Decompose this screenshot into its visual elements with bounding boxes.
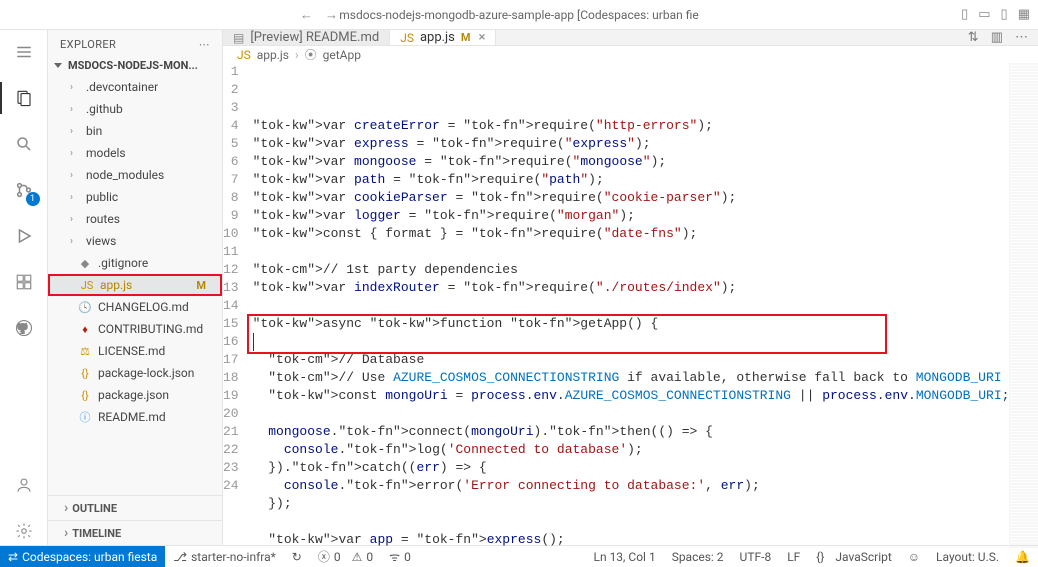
remote-icon: ⇄	[8, 550, 18, 564]
eol[interactable]: LF	[779, 550, 808, 564]
breadcrumb[interactable]: JS app.js › ⦿ getApp	[223, 46, 1038, 63]
notifications-icon[interactable]: 🔔	[1007, 550, 1038, 564]
code-lines[interactable]: "tok-kw">var createError = "tok-fn">requ…	[253, 63, 1010, 549]
project-root[interactable]: MSDOCS-NODEJS-MON...	[48, 55, 222, 76]
indentation[interactable]: Spaces: 2	[664, 550, 732, 564]
file-gitignore[interactable]: ◆.gitignore	[48, 252, 222, 274]
file-changelog[interactable]: 🕓CHANGELOG.md	[48, 296, 222, 318]
preview-icon: ▤	[233, 31, 244, 45]
braces-icon: {}	[816, 550, 824, 564]
js-icon: JS	[400, 31, 414, 45]
activity-bar: 1	[0, 30, 48, 545]
radio-icon: ᯤ	[389, 548, 400, 565]
split-editor-icon[interactable]: ▥	[991, 30, 1003, 45]
panel-right-icon[interactable]: ▯	[1001, 7, 1008, 22]
folder-devcontainer[interactable]: ›.devcontainer	[48, 76, 222, 98]
extensions-icon[interactable]	[10, 268, 38, 296]
problems-indicator[interactable]: ⓧ0 ⚠0	[310, 546, 381, 567]
folder-public[interactable]: ›public	[48, 186, 222, 208]
folder-models[interactable]: ›models	[48, 142, 222, 164]
folder-routes[interactable]: ›routes	[48, 208, 222, 230]
editor-tabs: ▤[Preview] README.md JSapp.jsM× ⇅ ▥ ⋯	[223, 30, 1038, 46]
explorer-sidebar: EXPLORER ⋯ MSDOCS-NODEJS-MON... ›.devcon…	[48, 30, 223, 545]
run-debug-icon[interactable]	[10, 222, 38, 250]
explorer-icon[interactable]	[10, 84, 38, 112]
code-editor[interactable]: 123456789101112131415161718192021222324 …	[223, 63, 1038, 549]
folder-github[interactable]: ›.github	[48, 98, 222, 120]
file-package[interactable]: {}package.json	[48, 384, 222, 406]
branch-icon: ⎇	[173, 550, 187, 564]
ports-indicator[interactable]: ᯤ0	[381, 546, 419, 567]
menu-icon[interactable]	[10, 38, 38, 66]
folder-views[interactable]: ›views	[48, 230, 222, 252]
git-branch[interactable]: ⎇starter-no-infra*	[165, 546, 284, 567]
method-icon: ⦿	[305, 46, 317, 63]
encoding[interactable]: UTF-8	[732, 550, 780, 564]
panel-left-icon[interactable]: ▯	[961, 7, 968, 22]
feedback-icon[interactable]: ☺	[900, 550, 928, 564]
accounts-icon[interactable]	[10, 471, 38, 499]
more-actions-icon[interactable]: ⋯	[1015, 30, 1028, 45]
outline-section[interactable]: OUTLINE	[48, 495, 222, 520]
nav-arrows: ← →	[300, 7, 338, 23]
file-license[interactable]: ⚖LICENSE.md	[48, 340, 222, 362]
sync-button[interactable]: ↻	[284, 546, 310, 567]
editor-group: ▤[Preview] README.md JSapp.jsM× ⇅ ▥ ⋯ JS…	[223, 30, 1038, 545]
tab-appjs[interactable]: JSapp.jsM×	[390, 30, 496, 45]
file-appjs[interactable]: JSapp.jsM	[48, 274, 222, 296]
source-control-icon[interactable]: 1	[10, 176, 38, 204]
layout-grid-icon[interactable]: ▦	[1018, 7, 1030, 22]
file-contributing[interactable]: ♦CONTRIBUTING.md	[48, 318, 222, 340]
keyboard-layout[interactable]: Layout: U.S.	[928, 550, 1007, 564]
compare-changes-icon[interactable]: ⇅	[968, 30, 979, 45]
file-tree: ›.devcontainer ›.github ›bin ›models ›no…	[48, 76, 222, 495]
search-icon[interactable]	[10, 130, 38, 158]
error-icon: ⓧ	[318, 548, 330, 565]
language-mode[interactable]: {} JavaScript	[808, 550, 899, 564]
js-icon: JS	[237, 48, 251, 62]
line-gutter: 123456789101112131415161718192021222324	[223, 63, 253, 549]
window-title: msdocs-nodejs-mongodb-azure-sample-app […	[339, 8, 699, 22]
timeline-section[interactable]: TIMELINE	[48, 520, 222, 545]
title-bar: ← → msdocs-nodejs-mongodb-azure-sample-a…	[0, 0, 1038, 30]
sidebar-title: EXPLORER	[60, 38, 116, 51]
close-icon[interactable]: ×	[479, 30, 486, 45]
sidebar-more-icon[interactable]: ⋯	[199, 38, 210, 51]
scm-badge: 1	[26, 192, 40, 206]
cursor-position[interactable]: Ln 13, Col 1	[586, 550, 664, 564]
file-packagelock[interactable]: {}package-lock.json	[48, 362, 222, 384]
settings-gear-icon[interactable]	[10, 517, 38, 545]
minimap[interactable]	[1009, 63, 1038, 549]
forward-icon[interactable]: →	[325, 7, 338, 23]
folder-bin[interactable]: ›bin	[48, 120, 222, 142]
sync-icon: ↻	[292, 550, 302, 564]
folder-node-modules[interactable]: ›node_modules	[48, 164, 222, 186]
remote-indicator[interactable]: ⇄Codespaces: urban fiesta	[0, 546, 165, 567]
back-icon[interactable]: ←	[300, 7, 313, 23]
warning-icon: ⚠	[352, 550, 363, 564]
file-readme[interactable]: ⓘREADME.md	[48, 406, 222, 428]
tab-preview-readme[interactable]: ▤[Preview] README.md	[223, 30, 390, 45]
github-icon[interactable]	[10, 314, 38, 342]
panel-bottom-icon[interactable]: ▭	[978, 7, 990, 22]
